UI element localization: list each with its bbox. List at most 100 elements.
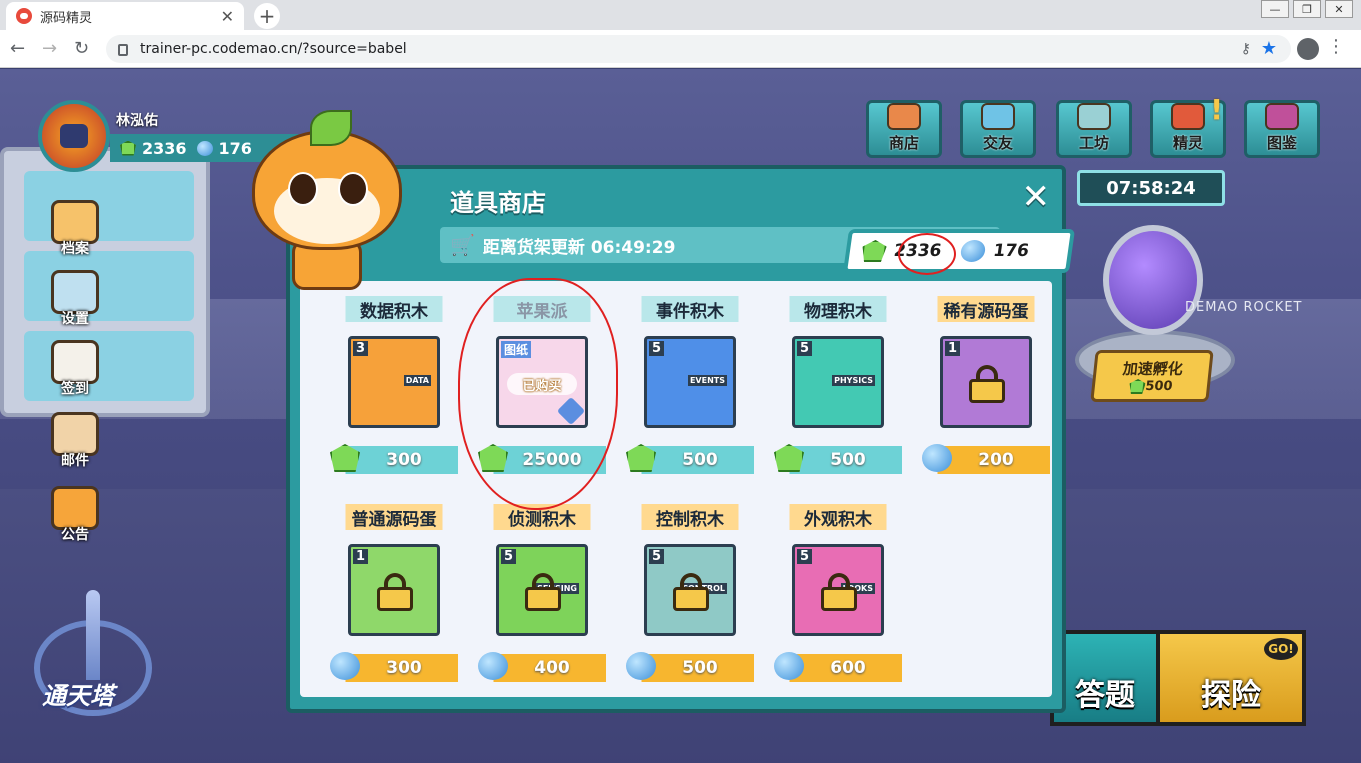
item-image[interactable]: 5 PHYSICS: [792, 336, 884, 428]
item-name: 物理积木: [804, 301, 872, 322]
item-price-value: 500: [830, 450, 866, 470]
shop-item[interactable]: 事件积木 5 EVENTS 500: [626, 296, 754, 480]
explore-button[interactable]: GO! 探险: [1156, 630, 1306, 726]
shop-item[interactable]: 外观积木 5 LOOKS 600: [774, 504, 902, 688]
item-price-value: 500: [682, 658, 718, 678]
browser-menu-icon[interactable]: ⋮: [1327, 36, 1345, 57]
incubator-egg[interactable]: [1103, 225, 1203, 335]
nav-friends[interactable]: 交友: [960, 100, 1036, 158]
tab-close-icon[interactable]: ✕: [221, 7, 234, 26]
nav-codex[interactable]: 图鉴: [1244, 100, 1320, 158]
window-close-icon[interactable]: ✕: [1325, 0, 1353, 18]
orb-icon: [626, 652, 656, 684]
item-count: 5: [797, 549, 813, 564]
close-icon[interactable]: ✕: [1022, 177, 1051, 217]
item-image[interactable]: 5CONTROL: [644, 544, 736, 636]
item-count: 5: [649, 549, 665, 564]
player-orbs: 176: [218, 138, 252, 158]
back-icon[interactable]: ←: [10, 38, 25, 59]
orb-icon: [330, 652, 360, 684]
item-header: 控制积木: [626, 504, 754, 530]
item-image[interactable]: 1: [940, 336, 1032, 428]
nav-store[interactable]: 商店: [866, 100, 942, 158]
side-item-settings[interactable]: 设置: [45, 270, 105, 338]
lock-icon: [525, 573, 561, 611]
item-price[interactable]: 600: [774, 652, 902, 682]
item-image[interactable]: 5 LOOKS: [792, 544, 884, 636]
item-count: 5: [501, 549, 517, 564]
tower-button[interactable]: 通天塔: [34, 590, 152, 720]
gem-icon: [774, 444, 804, 476]
speedup-button[interactable]: 加速孵化 500: [1090, 350, 1214, 402]
shop-item[interactable]: 物理积木 5 PHYSICS 500: [774, 296, 902, 480]
side-item-mail[interactable]: 邮件: [45, 412, 105, 480]
orb-icon: [959, 240, 987, 262]
side-item-archive[interactable]: 档案: [45, 200, 105, 268]
item-logo: PHYSICS: [832, 375, 875, 386]
side-item-notice[interactable]: 公告: [45, 486, 105, 554]
nav-label: 精灵: [1172, 134, 1203, 152]
new-tab-button[interactable]: +: [254, 3, 280, 29]
shop-item[interactable]: 普通源码蛋 1 300: [330, 504, 458, 688]
shop-item-grid: 数据积木 3 DATA 300 苹果派 图纸 已购买 25000 事件积木 5 EVENTS 500 物…: [300, 281, 1052, 697]
side-item-checkin[interactable]: 签到: [45, 340, 105, 408]
item-price[interactable]: 500: [774, 444, 902, 476]
item-price-value: 200: [978, 450, 1014, 470]
mascot-eye: [288, 172, 318, 206]
item-count: 3: [353, 341, 369, 356]
item-header: 事件积木: [626, 296, 754, 322]
item-price-value: 400: [534, 658, 570, 678]
key-icon[interactable]: ⚷: [1241, 41, 1251, 57]
item-price[interactable]: 500: [626, 444, 754, 476]
tower-icon: [86, 590, 100, 680]
browser-tab[interactable]: 源码精灵 ✕: [6, 2, 244, 30]
orb-icon: [922, 444, 952, 476]
chat-icon: [981, 103, 1015, 130]
item-image[interactable]: 1: [348, 544, 440, 636]
item-image[interactable]: 5SENSING: [496, 544, 588, 636]
url-field[interactable]: trainer-pc.codemao.cn/?source=babel: [106, 35, 1291, 63]
nav-workshop[interactable]: 工坊: [1056, 100, 1132, 158]
lock-icon: [673, 573, 709, 611]
item-image[interactable]: 5 EVENTS: [644, 336, 736, 428]
item-header: 普通源码蛋: [330, 504, 458, 530]
maximize-icon[interactable]: ❐: [1293, 0, 1321, 18]
answer-label: 答题: [1075, 678, 1135, 713]
item-count: 5: [649, 341, 665, 356]
storage-shelf: [0, 147, 210, 417]
shop-item[interactable]: 侦测积木5SENSING400: [478, 504, 606, 688]
item-price[interactable]: 200: [922, 444, 1050, 476]
item-price[interactable]: 300: [330, 652, 458, 684]
favicon-icon: [16, 8, 32, 24]
address-bar: ← → ↻ trainer-pc.codemao.cn/?source=babe…: [0, 30, 1361, 68]
avatar[interactable]: [38, 100, 110, 172]
answer-button[interactable]: 答题: [1050, 630, 1160, 726]
tab-title: 源码精灵: [40, 10, 93, 26]
player-gems: 2336: [142, 138, 187, 158]
gem-icon: [1129, 379, 1147, 394]
bookmark-star-icon[interactable]: ★: [1261, 38, 1277, 59]
lock-icon: [821, 573, 857, 611]
item-price[interactable]: 400: [478, 652, 606, 682]
nav-label: 工坊: [1078, 134, 1109, 152]
wallet-orbs: 176: [991, 241, 1031, 261]
lock-icon: [377, 573, 413, 611]
shop-item[interactable]: 数据积木 3 DATA 300: [330, 296, 458, 480]
url-text: trainer-pc.codemao.cn/?source=babel: [140, 41, 407, 57]
item-price[interactable]: 500: [626, 652, 754, 684]
minimize-icon[interactable]: —: [1261, 0, 1289, 18]
forward-icon[interactable]: →: [42, 38, 57, 59]
shop-item[interactable]: 稀有源码蛋 1 200: [922, 296, 1050, 480]
item-price[interactable]: 300: [330, 444, 458, 474]
profile-icon[interactable]: [1297, 38, 1319, 60]
cart-icon: 🛒: [450, 233, 475, 257]
reload-icon[interactable]: ↻: [74, 38, 89, 59]
item-image[interactable]: 3 DATA: [348, 336, 440, 428]
gem-icon: [626, 444, 656, 476]
shop-item[interactable]: 控制积木 5CONTROL 500: [626, 504, 754, 688]
item-header: 数据积木: [330, 296, 458, 322]
nav-sprites[interactable]: 精灵 !: [1150, 93, 1226, 158]
item-name: 控制积木: [656, 509, 724, 530]
window-controls: — ❐ ✕: [1257, 0, 1353, 18]
rocket-incubator: 07:58:24 加速孵化 500: [1075, 170, 1245, 480]
